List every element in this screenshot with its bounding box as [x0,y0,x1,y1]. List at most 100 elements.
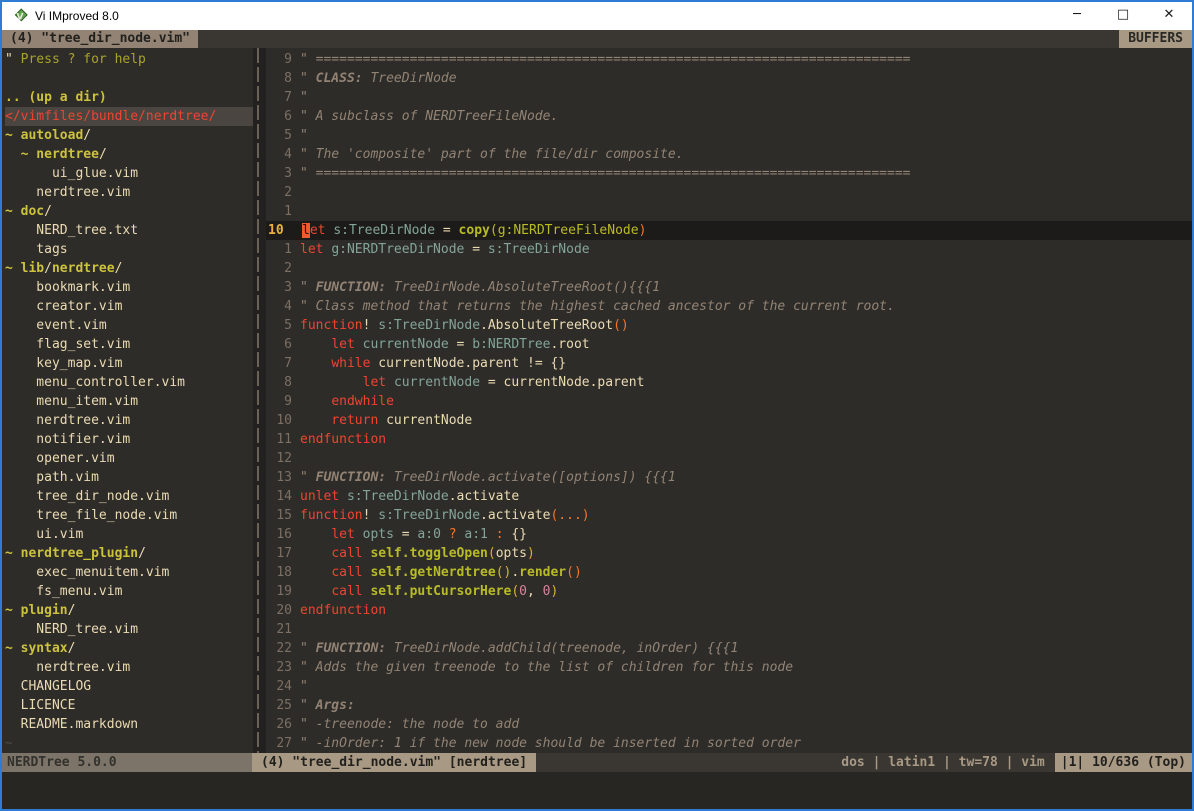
tree-line[interactable]: tree_dir_node.vim [5,487,253,506]
tree-line[interactable]: nerdtree.vim [5,183,253,202]
tree-line[interactable]: tree_file_node.vim [5,506,253,525]
code-line[interactable]: 6 let currentNode = b:NERDTree.root [266,335,1192,354]
code-line[interactable]: 5" [266,126,1192,145]
code-line-text: function! s:TreeDirNode.AbsoluteTreeRoot… [300,316,1192,335]
line-number: 18 [266,563,300,582]
code-line[interactable]: 15function! s:TreeDirNode.activate(...) [266,506,1192,525]
code-line[interactable]: 18 call self.getNerdtree().render() [266,563,1192,582]
code-line[interactable]: 4" The 'composite' part of the file/dir … [266,145,1192,164]
code-line[interactable]: 13" FUNCTION: TreeDirNode.activate([opti… [266,468,1192,487]
code-line[interactable]: 11endfunction [266,430,1192,449]
tree-line[interactable]: ~ autoload/ [5,126,253,145]
tree-line[interactable]: </vimfiles/bundle/nerdtree/ [5,107,253,126]
code-line[interactable]: 22" FUNCTION: TreeDirNode.addChild(treen… [266,639,1192,658]
code-line[interactable]: 3" =====================================… [266,164,1192,183]
tree-line[interactable]: key_map.vim [5,354,253,373]
tree-line[interactable]: ~ plugin/ [5,601,253,620]
tree-line-text: menu_item.vim [5,392,253,411]
tree-line[interactable]: NERD_tree.vim [5,620,253,639]
tree-line-text: ~ autoload/ [5,126,253,145]
tree-line-text: key_map.vim [5,354,253,373]
window-separator[interactable] [253,48,266,753]
code-line[interactable]: 5function! s:TreeDirNode.AbsoluteTreeRoo… [266,316,1192,335]
code-line[interactable]: 8 let currentNode = currentNode.parent [266,373,1192,392]
code-line[interactable]: 6" A subclass of NERDTreeFileNode. [266,107,1192,126]
buffers-label[interactable]: BUFFERS [1119,30,1192,48]
tree-line[interactable]: ui_glue.vim [5,164,253,183]
code-line[interactable]: 9 endwhile [266,392,1192,411]
title-bar: V Vi IMproved 8.0 ─ □ ✕ [2,2,1192,30]
tree-line-text: nerdtree.vim [5,183,253,202]
code-line[interactable]: 2 [266,259,1192,278]
tree-line[interactable]: menu_controller.vim [5,373,253,392]
code-line[interactable]: 21 [266,620,1192,639]
code-line[interactable]: 19 call self.putCursorHere(0, 0) [266,582,1192,601]
tree-line[interactable]: ~ doc/ [5,202,253,221]
maximize-button[interactable]: □ [1100,2,1146,30]
tree-line[interactable]: nerdtree.vim [5,411,253,430]
code-line-text [300,620,1192,639]
code-line-text: " -inOrder: 1 if the new node should be … [300,734,1192,753]
code-line[interactable]: 3" FUNCTION: TreeDirNode.AbsoluteTreeRoo… [266,278,1192,297]
tree-line[interactable]: notifier.vim [5,430,253,449]
code-line[interactable]: 7 while currentNode.parent != {} [266,354,1192,373]
tree-line-text: flag_set.vim [5,335,253,354]
code-line[interactable]: 14unlet s:TreeDirNode.activate [266,487,1192,506]
tree-line[interactable]: NERD_tree.txt [5,221,253,240]
tree-line[interactable]: flag_set.vim [5,335,253,354]
line-number: 27 [266,734,300,753]
tree-line[interactable]: README.markdown [5,715,253,734]
minimize-button[interactable]: ─ [1054,2,1100,30]
tree-line[interactable]: .. (up a dir) [5,88,253,107]
tree-line[interactable]: CHANGELOG [5,677,253,696]
tree-line[interactable]: LICENCE [5,696,253,715]
tree-line[interactable]: ~ lib/nerdtree/ [5,259,253,278]
tree-line[interactable]: ui.vim [5,525,253,544]
tab-bar: (4) "tree_dir_node.vim" BUFFERS [2,30,1192,48]
code-line[interactable]: 17 call self.toggleOpen(opts) [266,544,1192,563]
code-line[interactable]: 27" -inOrder: 1 if the new node should b… [266,734,1192,753]
code-line[interactable]: 24" [266,677,1192,696]
tree-line[interactable]: event.vim [5,316,253,335]
tree-line[interactable]: nerdtree.vim [5,658,253,677]
code-line[interactable]: 10let s:TreeDirNode = copy(g:NERDTreeFil… [266,221,1192,240]
code-line[interactable]: 7" [266,88,1192,107]
code-line[interactable]: 1 [266,202,1192,221]
tree-line[interactable]: ~ nerdtree_plugin/ [5,544,253,563]
tree-line[interactable]: bookmark.vim [5,278,253,297]
tree-line[interactable]: ~ [5,734,253,753]
line-number: 9 [266,392,300,411]
code-line[interactable]: 9" =====================================… [266,50,1192,69]
code-line[interactable]: 12 [266,449,1192,468]
command-line[interactable] [2,772,1192,809]
code-line-text [300,449,1192,468]
tree-line[interactable] [5,69,253,88]
code-line-text: " Adds the given treenode to the list of… [300,658,1192,677]
code-line[interactable]: 20endfunction [266,601,1192,620]
tabline-fill [198,30,1119,48]
tree-line[interactable]: ~ syntax/ [5,639,253,658]
tree-line[interactable]: ~ nerdtree/ [5,145,253,164]
line-number: 15 [266,506,300,525]
line-number: 6 [266,107,300,126]
tree-line[interactable]: tags [5,240,253,259]
tree-line[interactable]: creator.vim [5,297,253,316]
code-line[interactable]: 26" -treenode: the node to add [266,715,1192,734]
tree-line[interactable]: menu_item.vim [5,392,253,411]
buffer-tab[interactable]: (4) "tree_dir_node.vim" [2,30,198,48]
tree-line[interactable]: path.vim [5,468,253,487]
close-button[interactable]: ✕ [1146,2,1192,30]
code-line[interactable]: 16 let opts = a:0 ? a:1 : {} [266,525,1192,544]
tree-line[interactable]: opener.vim [5,449,253,468]
code-line-text [300,202,1192,221]
code-line[interactable]: 4" Class method that returns the highest… [266,297,1192,316]
code-line[interactable]: 10 return currentNode [266,411,1192,430]
code-line[interactable]: 25" Args: [266,696,1192,715]
code-line[interactable]: 8" CLASS: TreeDirNode [266,69,1192,88]
code-line[interactable]: 23" Adds the given treenode to the list … [266,658,1192,677]
code-line[interactable]: 2 [266,183,1192,202]
code-line[interactable]: 1let g:NERDTreeDirNode = s:TreeDirNode [266,240,1192,259]
tree-line[interactable]: fs_menu.vim [5,582,253,601]
tree-line[interactable]: " Press ? for help [5,50,253,69]
tree-line[interactable]: exec_menuitem.vim [5,563,253,582]
